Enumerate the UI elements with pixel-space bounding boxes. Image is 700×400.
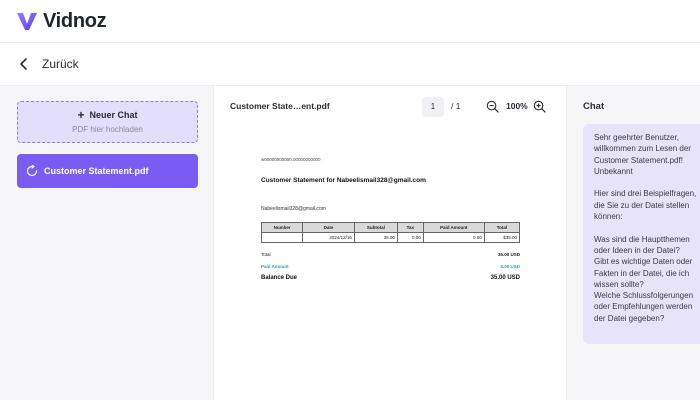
- new-chat-label: Neuer Chat: [89, 110, 138, 120]
- table-cell: 2024/12/16: [302, 232, 355, 243]
- doc-email: Nabeelismail328@gmail.com: [261, 206, 326, 212]
- column-header: Paid Amount: [422, 222, 485, 233]
- zoom-out-icon[interactable]: [486, 100, 499, 113]
- statement-table: Number Date Subtotal Tax Paid Amount Tot…: [260, 222, 521, 243]
- chat-item-label: Customer Statement.pdf: [44, 166, 149, 176]
- sidebar: + Neuer Chat PDF hier hochladen Customer…: [0, 86, 214, 400]
- table-header-row: Number Date Subtotal Tax Paid Amount Tot…: [260, 222, 521, 233]
- vidnoz-logo-icon: [17, 13, 37, 30]
- column-header: Tax: [396, 222, 424, 233]
- back-link[interactable]: Zurück: [42, 57, 79, 71]
- page-total: / 1: [451, 101, 461, 111]
- column-header: Date: [302, 222, 355, 233]
- column-header: Number: [260, 222, 304, 233]
- top-bar: Vidnoz: [0, 0, 700, 43]
- table-cell: 35.00: [353, 232, 398, 243]
- table-row: 2024/12/16 35.00 0.00 0.00 $35.00: [260, 232, 521, 243]
- balance-due-row: Balance Due 35.00 USD: [261, 275, 520, 281]
- doc-email-top: w00000000000.00000000000: [261, 157, 321, 162]
- paid-amount-value: 0.00 USD: [500, 264, 520, 269]
- paid-amount-row: Paid Amount 0.00 USD: [261, 264, 520, 269]
- table-cell: [260, 232, 304, 243]
- paid-amount-label: Paid Amount: [261, 264, 289, 269]
- page-number-input[interactable]: 1: [422, 97, 444, 117]
- zoom-in-icon[interactable]: [533, 100, 546, 113]
- doc-heading: Customer Statement for Nabeelismail328@g…: [261, 177, 426, 184]
- balance-due-value: 35.00 USD: [490, 275, 520, 281]
- chat-panel: Chat Sehr geehrter Benutzer, willkommen …: [566, 86, 700, 400]
- pdf-page: w00000000000.00000000000 Customer Statem…: [230, 130, 550, 400]
- total-value: 35.00 USD: [497, 252, 520, 257]
- plus-icon: +: [77, 108, 85, 122]
- chat-item-customer-statement[interactable]: Customer Statement.pdf: [17, 154, 198, 188]
- column-header: Subtotal: [353, 222, 398, 233]
- total-label: Total: [261, 252, 271, 257]
- zoom-level: 100%: [506, 101, 528, 111]
- logo-text: Vidnoz: [43, 9, 107, 32]
- column-header: Total: [483, 222, 521, 233]
- upload-hint: PDF hier hochladen: [72, 125, 143, 134]
- balance-due-label: Balance Due: [261, 275, 298, 281]
- vidnoz-logo[interactable]: Vidnoz: [15, 9, 107, 33]
- total-row: Total 35.00 USD: [261, 252, 520, 257]
- back-bar: Zurück: [0, 43, 700, 86]
- new-chat-row: + Neuer Chat: [18, 109, 197, 121]
- chat-title: Chat: [583, 101, 605, 112]
- table-cell: 0.00: [422, 232, 485, 243]
- table-cell: 0.00: [396, 232, 424, 243]
- new-chat-button[interactable]: + Neuer Chat PDF hier hochladen: [17, 101, 198, 143]
- chat-refresh-icon: [26, 165, 38, 177]
- chat-message-bubble: Sehr geehrter Benutzer, willkommen zum L…: [583, 124, 700, 344]
- file-name: Customer State…ent.pdf: [230, 101, 330, 111]
- chevron-left-icon[interactable]: [16, 56, 32, 72]
- pdf-viewer: Customer State…ent.pdf 1 / 1 100% w00000…: [215, 86, 565, 400]
- table-cell: $35.00: [483, 232, 521, 243]
